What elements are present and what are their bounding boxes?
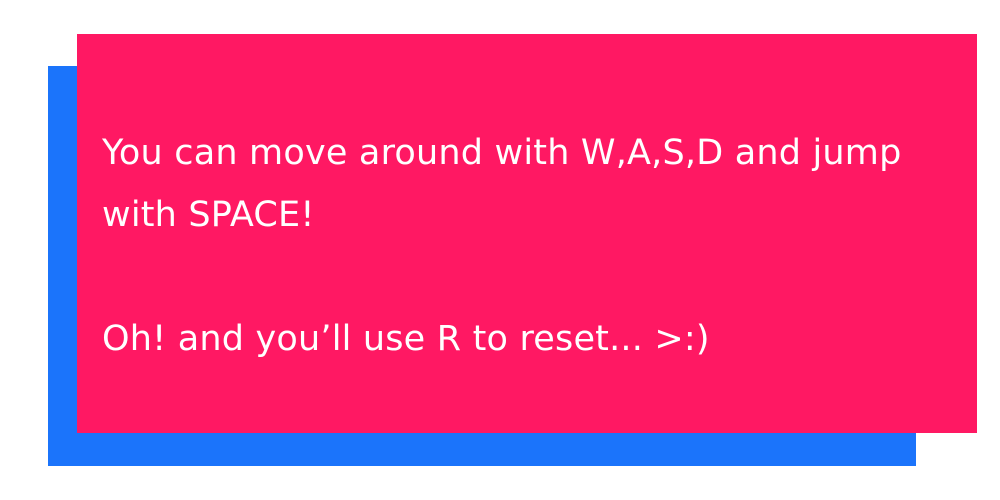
- instruction-line-jump: with SPACE!: [102, 195, 315, 235]
- instruction-line-movement: You can move around with W,A,S,D and jum…: [102, 133, 902, 173]
- game-screen: You can move around with W,A,S,D and jum…: [0, 0, 1000, 500]
- instructions-dialog: You can move around with W,A,S,D and jum…: [77, 34, 977, 433]
- instruction-line-reset: Oh! and you’ll use R to reset... >:): [102, 319, 710, 359]
- dialog-spacer: [102, 246, 937, 308]
